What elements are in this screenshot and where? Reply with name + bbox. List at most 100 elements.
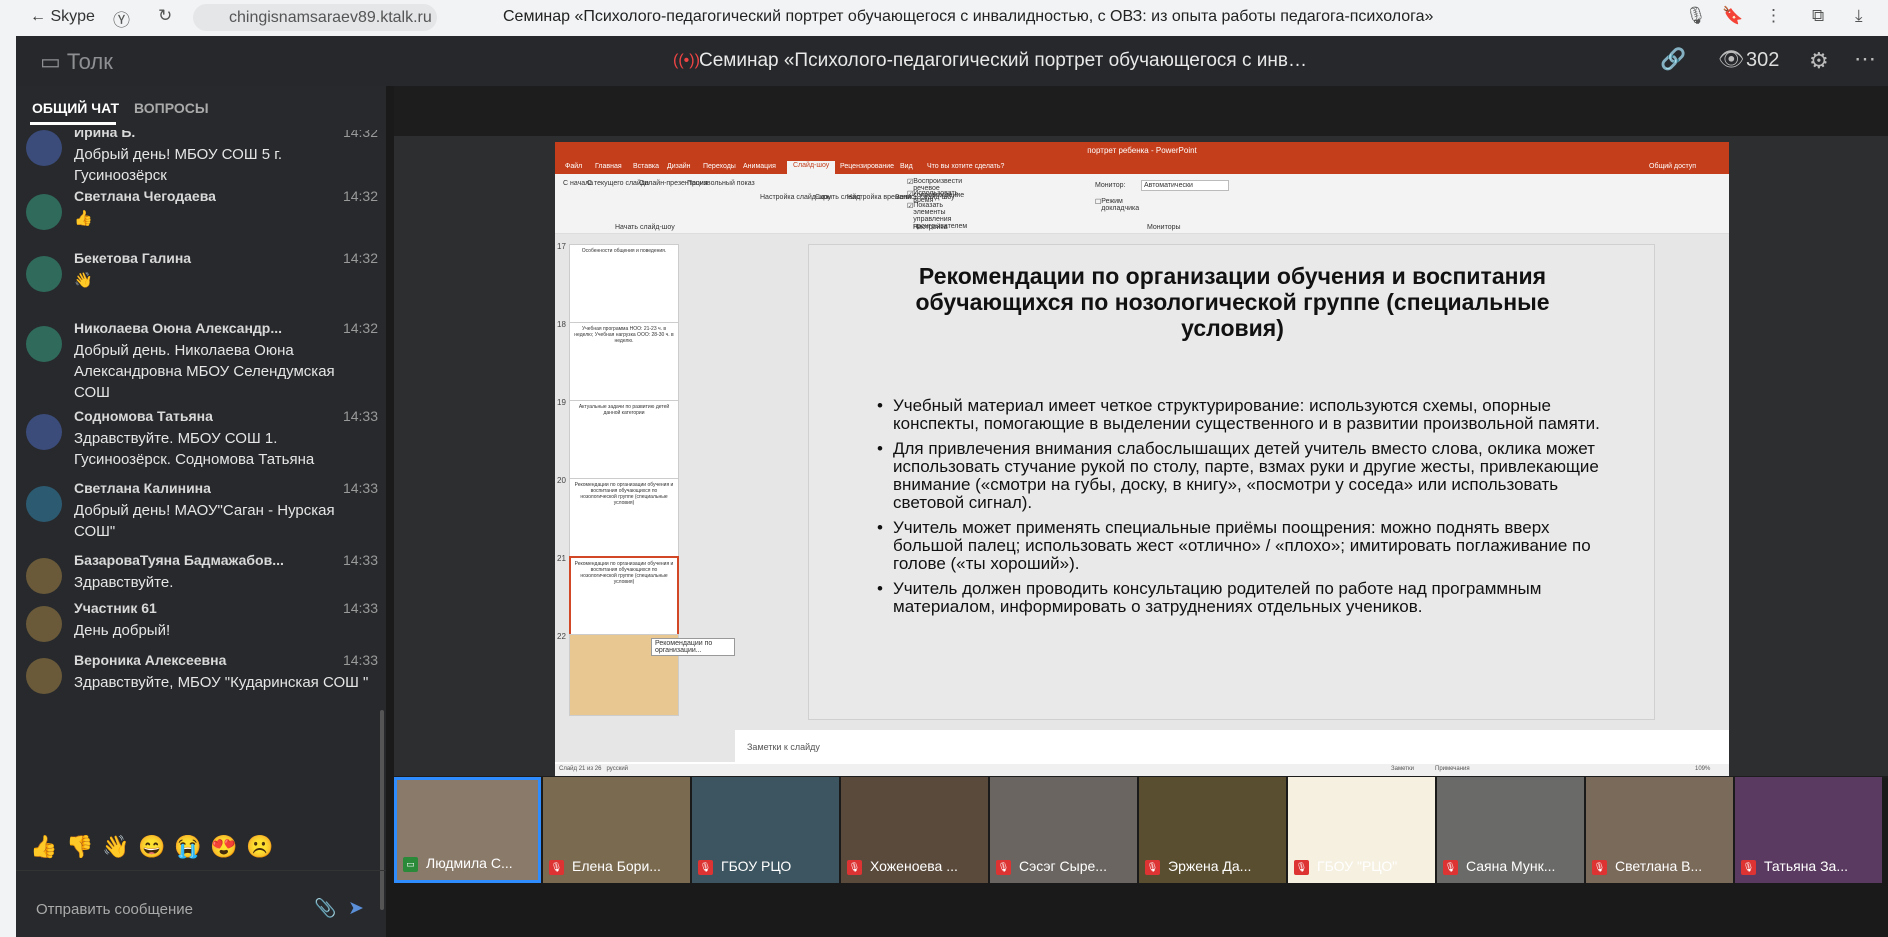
slide-thumbnails[interactable]: 17 Особенности общения и поведения. 18 Учеб…	[555, 234, 735, 762]
monitor-select[interactable]: Автоматически	[1141, 180, 1229, 191]
menu-icon[interactable]: ⋮	[1765, 6, 1782, 26]
participant-name: 🎙 Светлана В...	[1592, 858, 1702, 875]
share-button[interactable]: Общий доступ	[1649, 163, 1696, 170]
avatar	[26, 486, 62, 522]
ppt-tab[interactable]: Дизайн	[667, 163, 691, 170]
reaction-button[interactable]: 😭	[174, 834, 201, 860]
slide-thumbnail[interactable]: Учебная программа НОО: 21-23 ч. в неделю…	[569, 322, 679, 404]
message-time: 14:33	[342, 652, 378, 668]
message-input[interactable]: Отправить сообщение	[36, 901, 193, 918]
participant-label: Елена Бори...	[572, 858, 661, 875]
bullet-item: Учебный материал имеет четкое структурир…	[877, 397, 1607, 433]
ppt-tab[interactable]: Переходы	[703, 163, 736, 170]
ppt-tab[interactable]: Рецензирование	[840, 163, 894, 170]
tab-questions[interactable]: ВОПРОСЫ	[134, 100, 209, 116]
ppt-tab[interactable]: Что вы хотите сделать?	[927, 163, 1004, 170]
participant-tile[interactable]: 🎙 Татьяна За...	[1735, 777, 1882, 883]
slide-title: Рекомендации по организации обучения и в…	[915, 263, 1550, 341]
logo-text: Толк	[66, 49, 113, 74]
ppt-tab[interactable]: Главная	[595, 163, 622, 170]
slide-thumbnail[interactable]: Рекомендации по организации обучения и в…	[569, 556, 679, 638]
reload-icon[interactable]: ↻	[158, 6, 172, 26]
sender-name: БазароваТуяна Бадмажабов...	[74, 552, 284, 568]
slide-thumbnail[interactable]: Актуальные задачи по развитию детей данн…	[569, 400, 679, 482]
notes-toggle[interactable]: Заметки	[1391, 766, 1414, 772]
ppt-tab[interactable]: Вид	[900, 163, 913, 170]
checkbox-label: Показать элементы управления проигрывате…	[913, 202, 968, 230]
participant-tile[interactable]: ▭ Людмила С...	[394, 777, 541, 883]
attach-icon[interactable]: 📎	[314, 898, 336, 919]
avatar	[26, 130, 62, 166]
reaction-button[interactable]: 👎	[66, 834, 93, 860]
bullet-item: Учитель может применять специальные приё…	[877, 519, 1607, 573]
participant-name: 🎙 ГБОУ "РЦО"	[1294, 858, 1397, 875]
yandex-icon[interactable]: Ⓨ	[113, 6, 130, 31]
collections-icon[interactable]: ⧉	[1812, 6, 1824, 26]
more-icon[interactable]: ⋯	[1854, 46, 1876, 72]
gear-icon[interactable]: ⚙	[1809, 48, 1829, 74]
ppt-tab[interactable]: Слайд-шоу	[787, 161, 836, 174]
send-icon[interactable]: ➤	[348, 897, 364, 920]
back-button[interactable]: ← Skype	[30, 8, 95, 26]
participant-tile[interactable]: 🎙 ГБОУ РЦО	[692, 777, 839, 883]
ppt-tab[interactable]: Вставка	[633, 163, 659, 170]
message-composer: Отправить сообщение 📎 ➤	[16, 870, 386, 937]
message-text: Здравствуйте, МБОУ "Кударинская СОШ "	[74, 674, 369, 691]
ribbon-item[interactable]: Произвольный показ	[687, 180, 755, 187]
mic-muted-icon: 🎙	[1294, 860, 1309, 875]
checkbox-timings[interactable]: ☑ Использовать время	[907, 190, 958, 204]
checkbox-media-controls[interactable]: ☑ Показать элементы управления проигрыва…	[907, 202, 967, 230]
avatar	[26, 326, 62, 362]
comments-toggle[interactable]: Примечания	[1435, 766, 1470, 772]
tab-general-chat[interactable]: ОБЩИЙ ЧАТ	[32, 100, 119, 116]
ppt-tab[interactable]: Файл	[565, 163, 582, 170]
participant-name: 🎙 Сэсэг Сыре...	[996, 858, 1107, 875]
thumb-number: 20	[557, 476, 566, 485]
participant-tile[interactable]: 🎙 Светлана В...	[1586, 777, 1733, 883]
sender-name: Ирина Б.	[74, 130, 136, 140]
avatar	[26, 606, 62, 642]
link-icon[interactable]: 🔗	[1660, 48, 1686, 72]
reaction-button[interactable]: 👍	[30, 834, 57, 860]
page-title: Семинар «Психолого-педагогический портре…	[503, 8, 1434, 25]
reaction-button[interactable]: 😍	[210, 834, 237, 860]
participant-tile[interactable]: 🎙 Елена Бори...	[543, 777, 690, 883]
reaction-button[interactable]: 😄	[138, 834, 165, 860]
download-icon[interactable]: ⤓	[1855, 6, 1863, 26]
shared-powerpoint: портрет ребенка - PowerPoint Файл Главная…	[555, 142, 1729, 776]
participant-name: ▭ Людмила С...	[403, 855, 513, 872]
participant-tile[interactable]: 🎙 ГБОУ "РЦО"	[1288, 777, 1435, 883]
reaction-button[interactable]: 👋	[102, 834, 129, 860]
message-text: Добрый день! МБОУ СОШ 5 г. Гусиноозёрск	[74, 146, 283, 184]
presenter-mode-checkbox[interactable]: ☐ Режим докладчика	[1095, 198, 1139, 212]
message-time: 14:33	[342, 408, 378, 424]
participant-tile[interactable]: 🎙 Эржена Да...	[1139, 777, 1286, 883]
checkbox-narration[interactable]: ☑ Воспроизвести речевое сопровождение	[907, 178, 964, 199]
avatar	[26, 194, 62, 230]
message-text: 👋	[74, 272, 93, 289]
notes-pane[interactable]: Заметки к слайду	[735, 730, 1729, 764]
mic-muted-icon: 🎙	[698, 860, 713, 875]
thumb-number: 18	[557, 320, 566, 329]
ppt-status-bar: Слайд 21 из 26 русский Заметки Примечани…	[555, 764, 1729, 776]
bookmark-icon[interactable]: 🔖	[1722, 6, 1743, 26]
message-list[interactable]: Ирина Б. 14:32 Добрый день! МБОУ СОШ 5 г. …	[16, 130, 386, 820]
message-text: Здравствуйте. МБОУ СОШ 1. Гусиноозёрск. …	[74, 430, 315, 468]
slide-canvas: Рекомендации по организации обучения и в…	[735, 234, 1729, 730]
participant-tile[interactable]: 🎙 Сэсэг Сыре...	[990, 777, 1137, 883]
mic-icon[interactable]: 🎙	[1685, 6, 1707, 26]
participant-tile[interactable]: 🎙 Саяна Мунк...	[1437, 777, 1584, 883]
address-bar[interactable]: chingisnamsaraev89.ktalk.ru	[193, 4, 437, 31]
mic-muted-icon: 🎙	[996, 860, 1011, 875]
slide-thumbnail[interactable]: Особенности общения и поведения.	[569, 244, 679, 326]
participant-tile[interactable]: 🎙 Хоженоева ...	[841, 777, 988, 883]
slide-thumbnail[interactable]: Рекомендации по организации обучения и в…	[569, 478, 679, 560]
participant-name: 🎙 Саяна Мунк...	[1443, 858, 1555, 875]
message-text: Добрый день. Николаева Оюна Александровн…	[74, 342, 335, 401]
ppt-tab[interactable]: Анимация	[743, 163, 776, 170]
participant-label: ГБОУ РЦО	[721, 858, 792, 875]
reaction-button[interactable]: ☹️	[246, 834, 273, 860]
message-text: Добрый день! МАОУ"Саган - Нурская СОШ"	[74, 502, 335, 540]
conference-title: Семинар «Психолого-педагогический портре…	[699, 50, 1307, 71]
avatar	[26, 414, 62, 450]
